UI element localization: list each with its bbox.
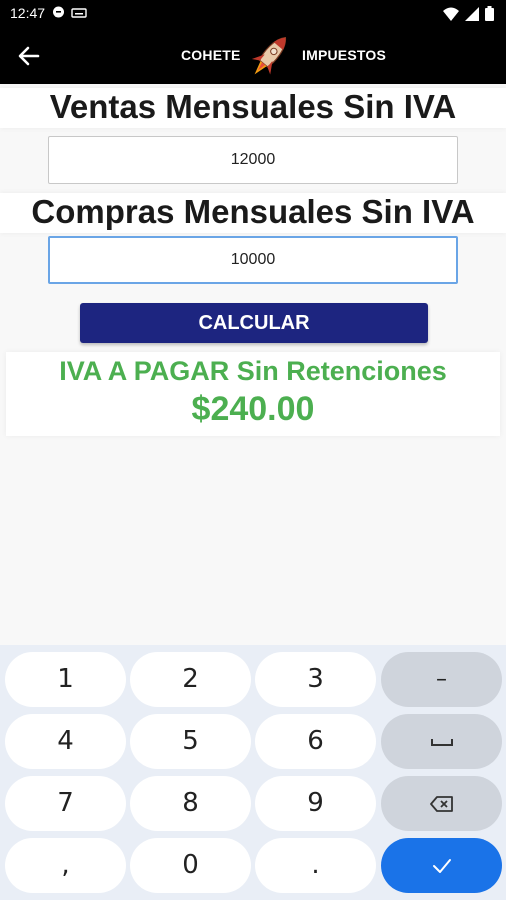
key-1[interactable]: 1 [5, 652, 126, 707]
signal-icon [465, 6, 479, 24]
key-8[interactable]: 8 [130, 776, 251, 831]
space-icon [430, 726, 454, 756]
brand-name-left: COHETE [181, 47, 241, 63]
key-enter[interactable] [381, 838, 502, 893]
message-notification-icon [52, 6, 65, 22]
key-minus[interactable]: – [381, 652, 502, 707]
status-bar: 12:47 [0, 0, 506, 28]
key-7[interactable]: 7 [5, 776, 126, 831]
backspace-icon [429, 788, 454, 818]
key-3[interactable]: 3 [255, 652, 376, 707]
calcular-button[interactable]: CALCULAR [80, 303, 428, 343]
key-comma[interactable]: , [5, 838, 126, 893]
key-9[interactable]: 9 [255, 776, 376, 831]
checkmark-icon [431, 850, 453, 880]
key-period[interactable]: . [255, 838, 376, 893]
key-0[interactable]: 0 [130, 838, 251, 893]
key-space[interactable] [381, 714, 502, 769]
numeric-keyboard: 1 2 3 – 4 5 6 7 8 9 , 0 . [0, 645, 506, 900]
result-title: IVA A PAGAR Sin Retenciones [59, 356, 447, 386]
ventas-label: Ventas Mensuales Sin IVA [49, 88, 457, 125]
ventas-input[interactable]: 12000 [48, 136, 458, 184]
app-bar: COHETE IMPUESTOS [0, 28, 506, 84]
key-4[interactable]: 4 [5, 714, 126, 769]
wifi-icon [443, 7, 459, 24]
compras-label: Compras Mensuales Sin IVA [31, 193, 475, 230]
key-2[interactable]: 2 [130, 652, 251, 707]
back-arrow-icon[interactable] [14, 42, 44, 70]
battery-icon [485, 6, 494, 24]
status-time: 12:47 [10, 5, 46, 21]
rocket-logo-icon [242, 28, 298, 84]
result-card: IVA A PAGAR Sin Retenciones $240.00 [6, 352, 500, 436]
key-5[interactable]: 5 [130, 714, 251, 769]
key-6[interactable]: 6 [255, 714, 376, 769]
compras-input[interactable]: 10000 [48, 236, 458, 284]
key-backspace[interactable] [381, 776, 502, 831]
brand-name-right: IMPUESTOS [302, 47, 387, 63]
keyboard-notification-icon [71, 6, 87, 22]
result-value: $240.00 [191, 390, 315, 428]
